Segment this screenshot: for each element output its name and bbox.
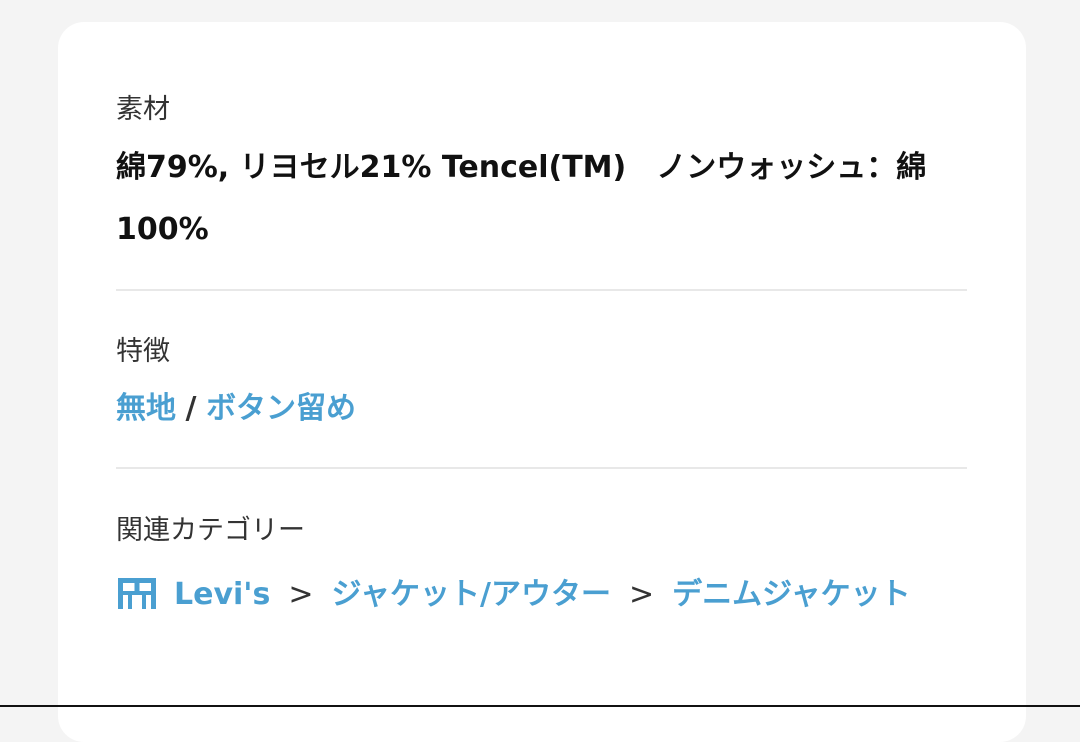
- category-link-jackets[interactable]: ジャケット/アウター: [331, 577, 610, 612]
- feature-separator: /: [185, 391, 197, 426]
- features-list: 無地 / ボタン留め: [116, 389, 967, 429]
- category-breadcrumb: Levi's > ジャケット/アウター > デニムジャケット: [116, 560, 967, 636]
- store-icon: [116, 566, 158, 636]
- category-link-denim-jackets[interactable]: デニムジャケット: [672, 577, 911, 612]
- category-link-brand[interactable]: Levi's: [174, 577, 270, 612]
- product-details-card: 素材 綿79%, リヨセル21% Tencel(TM) ノンウォッシュ：綿100…: [58, 22, 1026, 742]
- material-section: 素材 綿79%, リヨセル21% Tencel(TM) ノンウォッシュ：綿100…: [116, 96, 967, 261]
- chevron-right-icon: >: [288, 577, 314, 612]
- categories-label: 関連カテゴリー: [116, 515, 305, 546]
- categories-section: 関連カテゴリー Levi's > ジャケット/アウター > デニムジャケット: [116, 517, 967, 636]
- features-label: 特徴: [116, 336, 170, 367]
- divider: [116, 467, 967, 469]
- feature-link-button-closure[interactable]: ボタン留め: [206, 391, 356, 426]
- features-section: 特徴 無地 / ボタン留め: [116, 338, 967, 429]
- material-label: 素材: [116, 94, 170, 125]
- chevron-right-icon: >: [628, 577, 655, 612]
- material-value: 綿79%, リヨセル21% Tencel(TM) ノンウォッシュ：綿100%: [116, 150, 927, 247]
- divider: [116, 289, 967, 291]
- feature-link-plain[interactable]: 無地: [116, 391, 176, 426]
